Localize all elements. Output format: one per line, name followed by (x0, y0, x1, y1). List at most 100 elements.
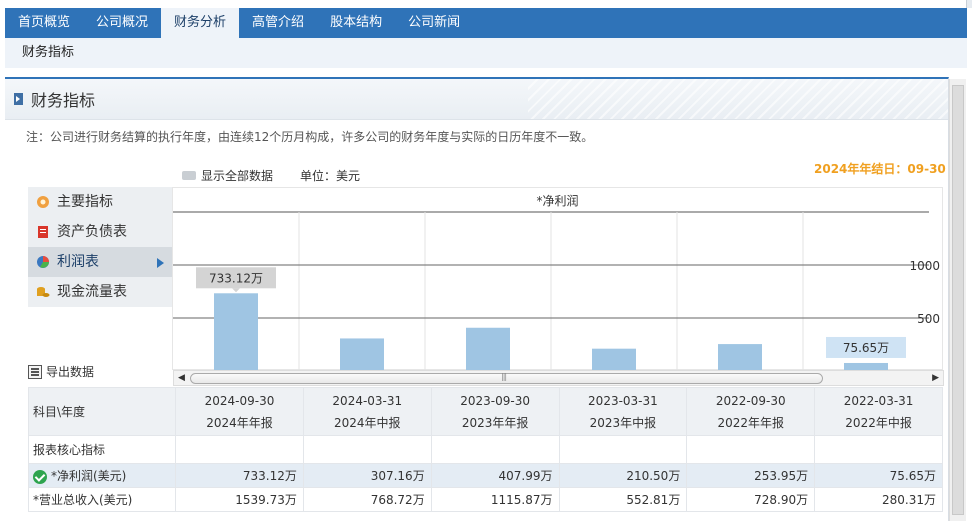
header-decoration (528, 79, 948, 119)
empty-cell (814, 435, 943, 464)
period-date: 2023-03-31 (588, 393, 658, 408)
menu-item-cash-flow[interactable]: 现金流量表 (28, 277, 172, 307)
statement-menu: 主要指标 资产负债表 利润表 现金流量表 (28, 187, 172, 307)
empty-cell (430, 435, 560, 464)
export-icon (28, 364, 42, 379)
year-end-label: 2024年年结日：09-30 (814, 162, 946, 176)
chart-svg: 500 1000 733.12万 75.65万 (173, 211, 940, 371)
bar (214, 293, 258, 371)
toggle-icon[interactable] (182, 171, 196, 180)
bar-callout-pointer (232, 288, 240, 293)
financial-data-table: 科目\年度 2024-09-30 2024年年报 2024-03-31 2024年中… (27, 387, 943, 512)
coins-icon (37, 287, 50, 297)
table-cell: 1539.73万 (175, 487, 304, 512)
unit-label: 单位：美元 (300, 169, 361, 183)
period-report: 2024年中报 (334, 415, 401, 430)
y-tick-label: 1000 (909, 259, 940, 273)
bar-data-label: 75.65万 (843, 341, 889, 355)
main-nav: 首页概览 公司概况 财务分析 高管介绍 股本结构 公司新闻 (5, 8, 967, 38)
table-section-row: 报表核心指标 (27, 435, 943, 464)
period-report: 2022年中报 (845, 415, 912, 430)
tab-overview[interactable]: 首页概览 (5, 8, 83, 38)
table-cell: 75.65万 (814, 463, 943, 488)
tab-financial-analysis[interactable]: 财务分析 (161, 8, 240, 38)
table-header-row: 科目\年度 2024-09-30 2024年年报 2024-03-31 2024年中… (27, 387, 943, 436)
menu-item-income-statement[interactable]: 利润表 (28, 247, 172, 277)
scroll-left-arrow-icon[interactable]: ◀ (178, 373, 185, 383)
table-row-total-revenue[interactable]: *营业总收入(美元) 1539.73万 768.72万 1115.87万 552… (27, 487, 943, 512)
menu-item-key-indicators[interactable]: 主要指标 (28, 187, 172, 217)
subnav: 财务指标 (5, 38, 967, 68)
menu-item-label: 资产负债表 (57, 224, 127, 240)
table-cell: 253.95万 (686, 463, 816, 488)
table-cell: 210.50万 (558, 463, 688, 488)
table-cell: 728.90万 (686, 487, 816, 512)
show-all-data-label: 显示全部数据 (201, 169, 274, 183)
bar (592, 348, 636, 371)
table-cell: 1115.87万 (430, 487, 560, 512)
period-report: 2023年年报 (461, 415, 529, 430)
period-date: 2024-09-30 (204, 393, 275, 408)
table-cell: 552.81万 (558, 487, 688, 512)
y-tick-label: 500 (917, 312, 940, 326)
chart-scrollbar-thumb[interactable] (190, 372, 823, 384)
period-report: 2023年中报 (589, 415, 657, 430)
table-cell: 768.72万 (302, 487, 432, 512)
bar (340, 338, 384, 371)
empty-cell (686, 435, 816, 464)
bar-data-label: 733.12万 (209, 271, 263, 285)
period-header: 2024-09-30 2024年年报 (175, 387, 304, 436)
corner-header: 科目\年度 (27, 387, 177, 436)
active-arrow-icon (157, 258, 164, 268)
row-label: *净利润(美元) (51, 469, 127, 483)
empty-cell (302, 435, 432, 464)
period-header: 2023-09-30 2023年年报 (430, 387, 560, 436)
chart-horizontal-scrollbar[interactable]: ◀ ▶ (173, 370, 944, 386)
empty-cell (558, 435, 688, 464)
top-strip-edge (966, 0, 972, 8)
menu-item-label: 主要指标 (57, 194, 113, 210)
section-label: 报表核心指标 (27, 435, 177, 464)
period-date: 2022-03-31 (843, 393, 914, 408)
menu-item-label: 现金流量表 (57, 284, 127, 300)
menu-item-balance-sheet[interactable]: 资产负债表 (28, 217, 172, 247)
scroll-right-arrow-icon[interactable]: ▶ (932, 373, 939, 383)
gear-flower-icon (37, 196, 49, 208)
table-cell: 407.99万 (430, 463, 560, 488)
period-header: 2024-03-31 2024年中报 (302, 387, 432, 436)
tab-share-structure[interactable]: 股本结构 (317, 8, 395, 38)
show-all-data-toggle[interactable]: 显示全部数据 (182, 167, 273, 184)
tab-company-profile[interactable]: 公司概况 (83, 8, 161, 38)
vertical-scrollbar[interactable] (949, 79, 966, 521)
period-header: 2023-03-31 2023年中报 (558, 387, 688, 436)
pie-chart-icon (37, 256, 49, 268)
fiscal-year-note: 注：公司进行财务结算的执行年度，由连续12个历月构成，许多公司的财务年度与实际的… (26, 130, 594, 144)
vertical-scrollbar-thumb[interactable] (952, 85, 964, 515)
net-profit-chart: *净利润 500 1000 733.12万 75.65万 (172, 187, 943, 371)
period-date: 2023-09-30 (460, 393, 530, 408)
check-circle-icon[interactable] (33, 469, 47, 484)
top-strip (0, 0, 972, 8)
period-report: 2024年年报 (206, 415, 273, 430)
period-header: 2022-03-31 2022年中报 (814, 387, 943, 436)
export-data-label: 导出数据 (46, 365, 95, 379)
export-data-button[interactable]: 导出数据 (28, 363, 94, 380)
subnav-financial-indicators[interactable]: 财务指标 (22, 45, 74, 60)
period-date: 2024-03-31 (332, 393, 403, 408)
bar (466, 327, 510, 371)
row-label-cell: *净利润(美元) (27, 463, 177, 488)
menu-item-label: 利润表 (57, 254, 99, 270)
tab-company-news[interactable]: 公司新闻 (395, 8, 473, 38)
table-cell: 733.12万 (175, 463, 304, 488)
section-header: 财务指标 (5, 79, 948, 120)
table-row-net-profit[interactable]: *净利润(美元) 733.12万 307.16万 407.99万 210.50万… (27, 463, 943, 488)
period-header: 2022-09-30 2022年年报 (686, 387, 816, 436)
period-report: 2022年年报 (717, 415, 784, 430)
table-cell: 280.31万 (814, 487, 943, 512)
section-marker-icon (14, 93, 23, 105)
row-label: *营业总收入(美元) (27, 487, 177, 512)
tab-executives[interactable]: 高管介绍 (239, 8, 317, 38)
period-date: 2022-09-30 (715, 393, 786, 408)
section-title: 财务指标 (31, 91, 96, 110)
table-cell: 307.16万 (302, 463, 432, 488)
